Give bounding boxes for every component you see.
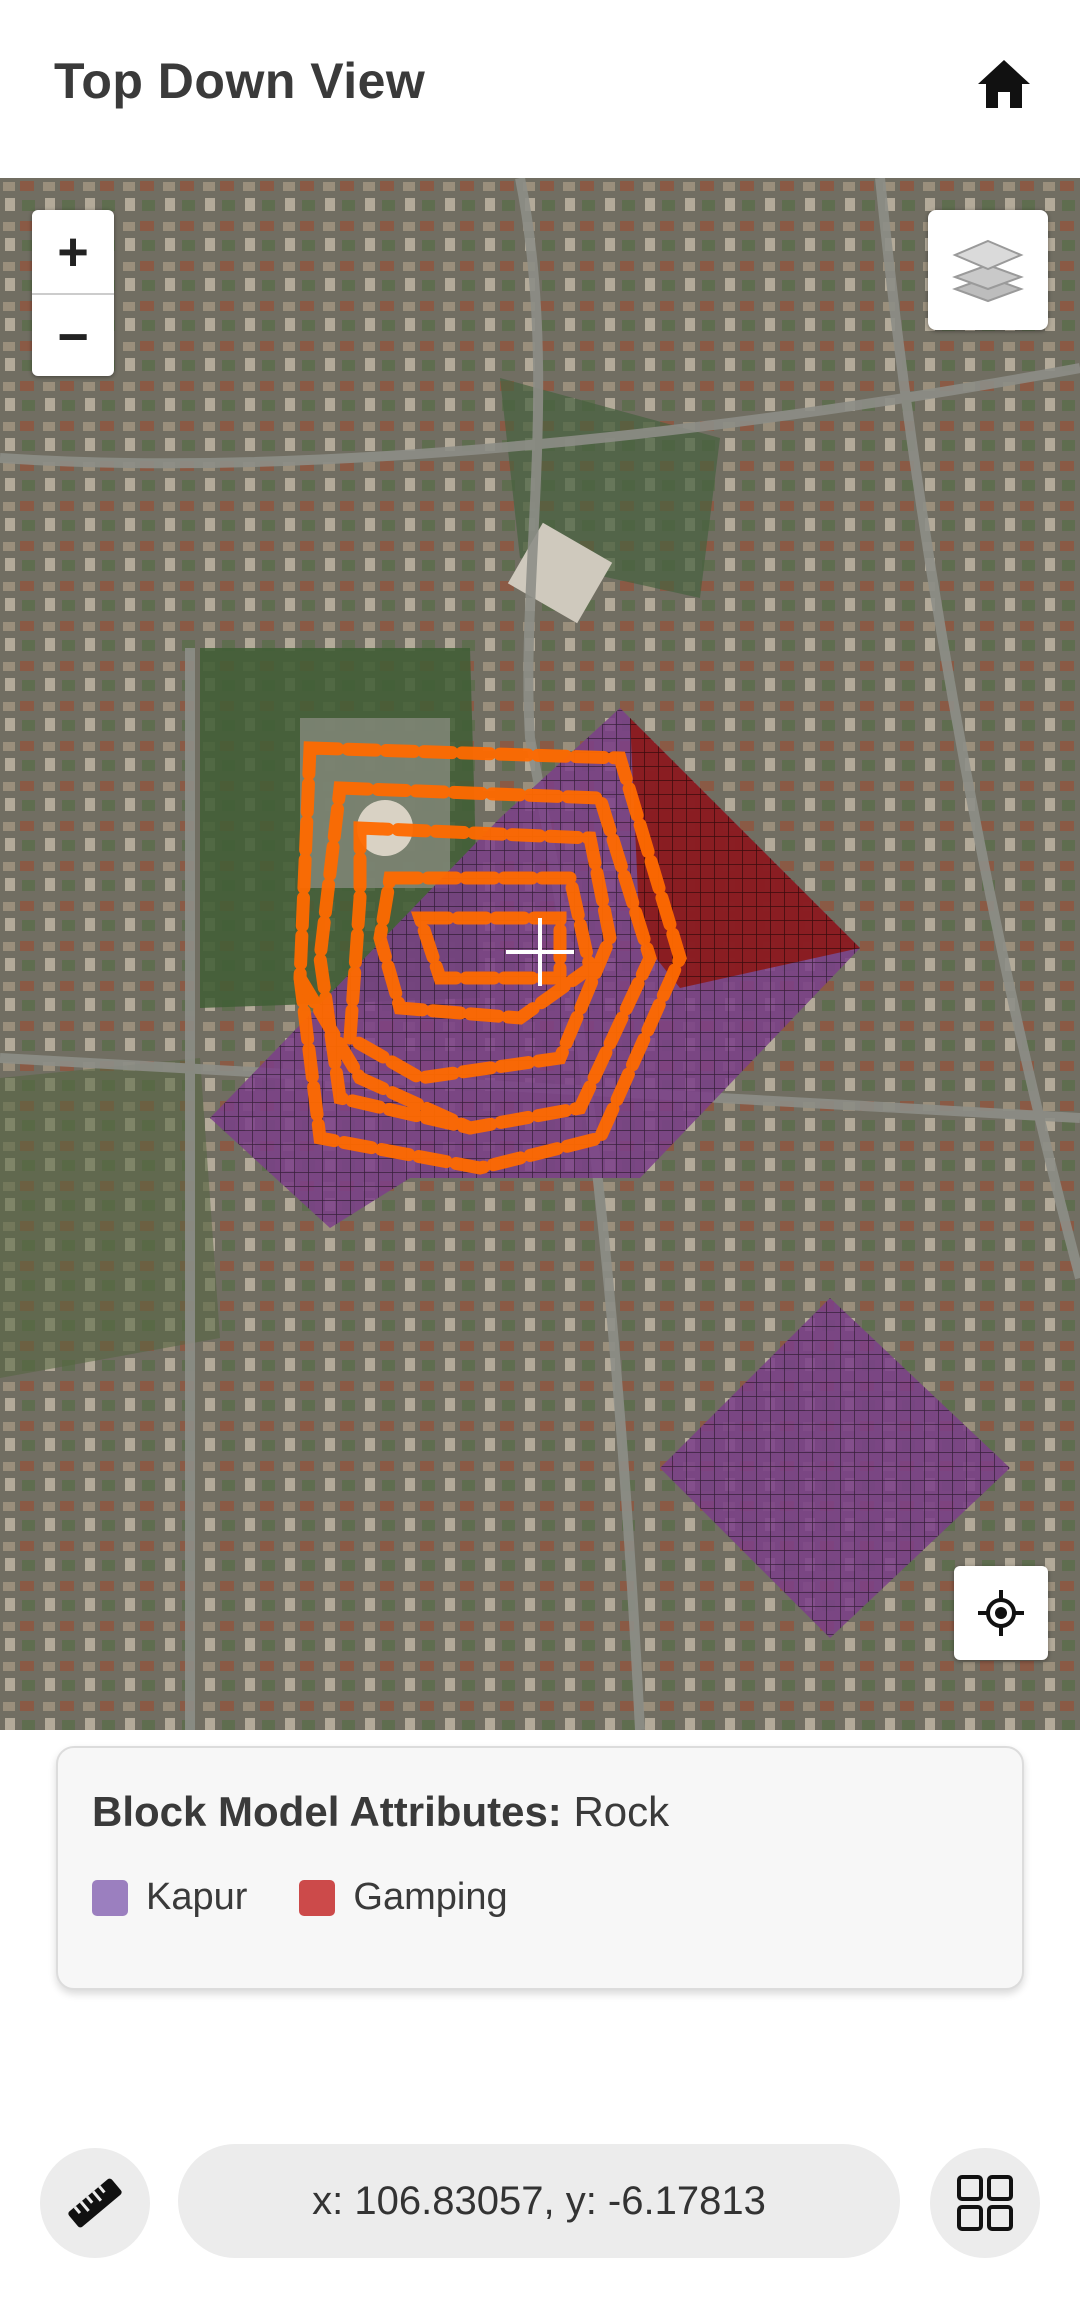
header: Top Down View <box>0 0 1080 178</box>
grid-menu-button[interactable] <box>930 2148 1040 2258</box>
ruler-icon <box>68 2178 122 2228</box>
layers-button[interactable] <box>928 210 1048 330</box>
legend-swatch-gamping <box>299 1879 336 1916</box>
legend-item-kapur: Kapur <box>92 1876 247 1919</box>
zoom-in-button[interactable]: + <box>32 210 114 293</box>
legend-swatch-kapur <box>92 1879 128 1916</box>
locate-button[interactable] <box>954 1566 1048 1660</box>
legend-title-label: Block Model Attributes: <box>92 1788 562 1835</box>
zoom-control: + − <box>32 210 114 376</box>
locate-icon <box>978 1590 1024 1636</box>
legend-card: Block Model Attributes: Rock Kapur Gampi… <box>56 1746 1024 1990</box>
coordinate-readout: x: 106.83057, y: -6.17813 <box>178 2144 900 2258</box>
grid-icon <box>957 2175 1013 2231</box>
legend-title: Block Model Attributes: Rock <box>92 1788 669 1836</box>
legend-items: Kapur Gamping <box>92 1876 560 1919</box>
legend-item-gamping: Gamping <box>299 1876 508 1919</box>
legend-title-value: Rock <box>573 1788 670 1835</box>
zoom-out-button[interactable]: − <box>32 295 114 378</box>
map-view[interactable]: + − <box>0 178 1080 1730</box>
measure-button[interactable] <box>40 2148 150 2258</box>
layers-icon <box>952 239 1024 303</box>
legend-label-gamping: Gamping <box>353 1876 508 1918</box>
legend-label-kapur: Kapur <box>146 1876 248 1918</box>
map-canvas <box>0 178 1080 1730</box>
app-screen: Top Down View + − Block Model Attributes… <box>0 0 1080 2312</box>
page-title: Top Down View <box>54 53 426 109</box>
home-icon <box>978 60 1030 108</box>
home-button[interactable] <box>972 52 1036 116</box>
